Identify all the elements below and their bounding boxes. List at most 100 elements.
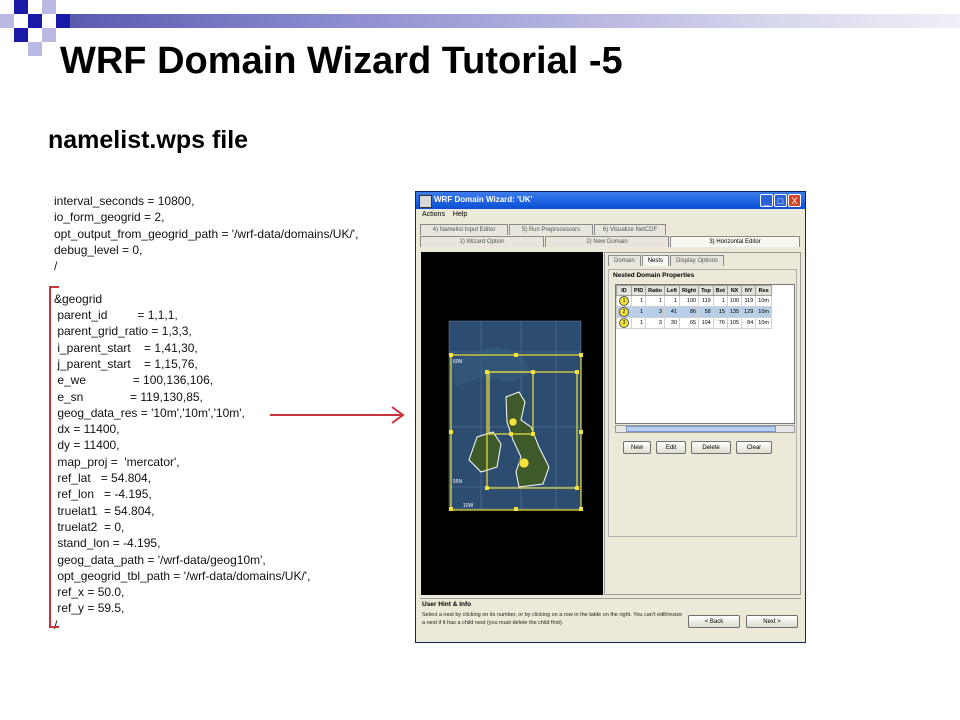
geogrid-bracket [49,286,59,628]
table-cell[interactable]: 84 [741,317,757,329]
nest-id-badge[interactable]: 2 [619,307,629,317]
code-line: j_parent_start = 1,15,76, [54,356,198,371]
code-line: truelat1 = 54.804, [54,503,155,518]
nest-id-cell[interactable]: 2 [616,306,632,318]
table-cell[interactable]: 3 [645,306,665,318]
code-line: opt_output_from_geogrid_path = '/wrf-dat… [54,226,359,241]
col-res[interactable]: Res [755,285,772,296]
code-line: geog_data_path = '/wrf-data/geog10m', [54,552,266,567]
tab-visualize-netcdf[interactable]: 6) Visualize NetCDF [594,224,666,235]
subtab-domain[interactable]: Domain [608,255,641,266]
table-cell[interactable]: 30 [663,317,681,329]
table-row[interactable]: 2 1 3 41 86 58 15 135 129 10m [616,306,772,318]
code-line: debug_level = 0, [54,242,143,257]
code-line: ref_x = 50.0, [54,585,125,600]
table-cell[interactable]: 10m [755,317,772,329]
scrollbar-thumb[interactable] [626,426,776,432]
code-line: map_proj = 'mercator', [54,454,180,469]
col-nx[interactable]: NX [726,285,743,296]
table-cell[interactable]: 1 [630,306,647,318]
table-cell[interactable]: 119 [741,295,757,307]
map-label-55n: 55N [453,479,463,485]
tab-new-domain[interactable]: 2) New Domain [545,236,669,247]
subtab-nests[interactable]: Nests [641,255,670,266]
table-cell[interactable]: 1 [663,295,681,307]
tab-horizontal-editor[interactable]: 3) Horizontal Editor [670,236,800,247]
hint-text: Select a nest by clicking on its number,… [422,612,682,626]
table-cell[interactable]: 76 [712,317,728,329]
col-left[interactable]: Left [663,285,681,296]
table-cell[interactable]: 100 [679,295,700,307]
table-cell[interactable]: 3 [645,317,665,329]
code-line: io_form_geogrid = 2, [54,210,165,225]
arrow-icon [270,406,405,424]
code-line: e_we = 100,136,106, [54,373,214,388]
map-label-10w: 10W [463,503,474,509]
code-line: stand_lon = -4.195, [54,536,161,551]
col-ny[interactable]: NY [741,285,757,296]
properties-panel: Domain Nests Display Options Nested Doma… [604,252,801,595]
table-scrollbar[interactable] [615,425,795,433]
table-cell[interactable]: 58 [698,306,714,318]
nav-buttons: < Back Next > [688,615,798,628]
window-title: WRF Domain Wizard: 'UK' [434,195,533,204]
table-cell[interactable]: 86 [679,306,700,318]
table-cell[interactable]: 100 [726,295,743,307]
close-button[interactable]: X [788,194,801,207]
table-cell[interactable]: 1 [630,317,647,329]
subtab-display-options[interactable]: Display Options [670,255,725,266]
col-ratio[interactable]: Ratio [645,285,665,296]
back-button[interactable]: < Back [688,615,740,628]
edit-button[interactable]: Edit [656,441,686,454]
col-pid[interactable]: PID [630,285,647,296]
next-button[interactable]: Next > [746,615,798,628]
maximize-button[interactable]: □ [774,194,787,207]
tab-wizard-option[interactable]: 1) Wizard Option [420,236,544,247]
col-bot[interactable]: Bot [712,285,728,296]
map-panel[interactable]: 60N 55N 10W [421,252,603,595]
table-cell[interactable]: 129 [741,306,757,318]
table-cell[interactable]: 135 [726,306,743,318]
table-cell[interactable]: 104 [698,317,714,329]
table-row[interactable]: 1 1 1 1 100 119 1 100 119 10m [616,295,772,307]
col-top[interactable]: Top [698,285,714,296]
code-line: parent_id = 1,1,1, [54,308,178,323]
code-line: &geogrid [54,291,103,306]
delete-button[interactable]: Delete [691,441,731,454]
nest-id-badge[interactable]: 3 [619,318,629,328]
table-cell[interactable]: 41 [663,306,681,318]
app-icon [419,195,432,208]
table-cell[interactable]: 10m [755,295,772,307]
code-line: ref_y = 59.5, [54,601,125,616]
table-cell[interactable]: 65 [679,317,700,329]
nest-id-badge[interactable]: 1 [619,296,629,306]
code-line: ref_lat = 54.804, [54,471,152,486]
table-cell[interactable]: 105 [726,317,743,329]
app-window: WRF Domain Wizard: 'UK' _ □ X Actions He… [415,191,806,643]
code-line: interval_seconds = 10800, [54,194,195,208]
clear-button[interactable]: Clear [736,441,772,454]
map-label-60n: 60N [453,359,463,365]
table-cell[interactable]: 15 [712,306,728,318]
table-cell[interactable]: 119 [698,295,714,307]
group-label: Nested Domain Properties [613,272,695,279]
table-cell[interactable]: 10m [755,306,772,318]
tab-run-preprocessors[interactable]: 5) Run Preprocessors [509,224,593,235]
menu-actions[interactable]: Actions [422,209,445,221]
table-cell[interactable]: 1 [712,295,728,307]
nest-id-cell[interactable]: 3 [616,317,632,329]
nest-table[interactable]: ID PID Ratio Left Right Top Bot NX NY Re… [615,284,795,424]
domain-map[interactable]: 60N 55N 10W [421,252,603,595]
new-button[interactable]: New [623,441,651,454]
table-cell[interactable]: 1 [630,295,647,307]
table-cell[interactable]: 1 [645,295,665,307]
tab-namelist-input-editor[interactable]: 4) Namelist Input Editor [420,224,508,235]
table-row[interactable]: 3 1 3 30 65 104 76 105 84 10m [616,317,772,329]
col-id[interactable]: ID [616,285,632,296]
minimize-button[interactable]: _ [760,194,773,207]
nest-buttons: New Edit Delete Clear [623,441,772,454]
menu-help[interactable]: Help [453,209,467,221]
nest-id-cell[interactable]: 1 [616,295,632,307]
col-right[interactable]: Right [679,285,700,296]
